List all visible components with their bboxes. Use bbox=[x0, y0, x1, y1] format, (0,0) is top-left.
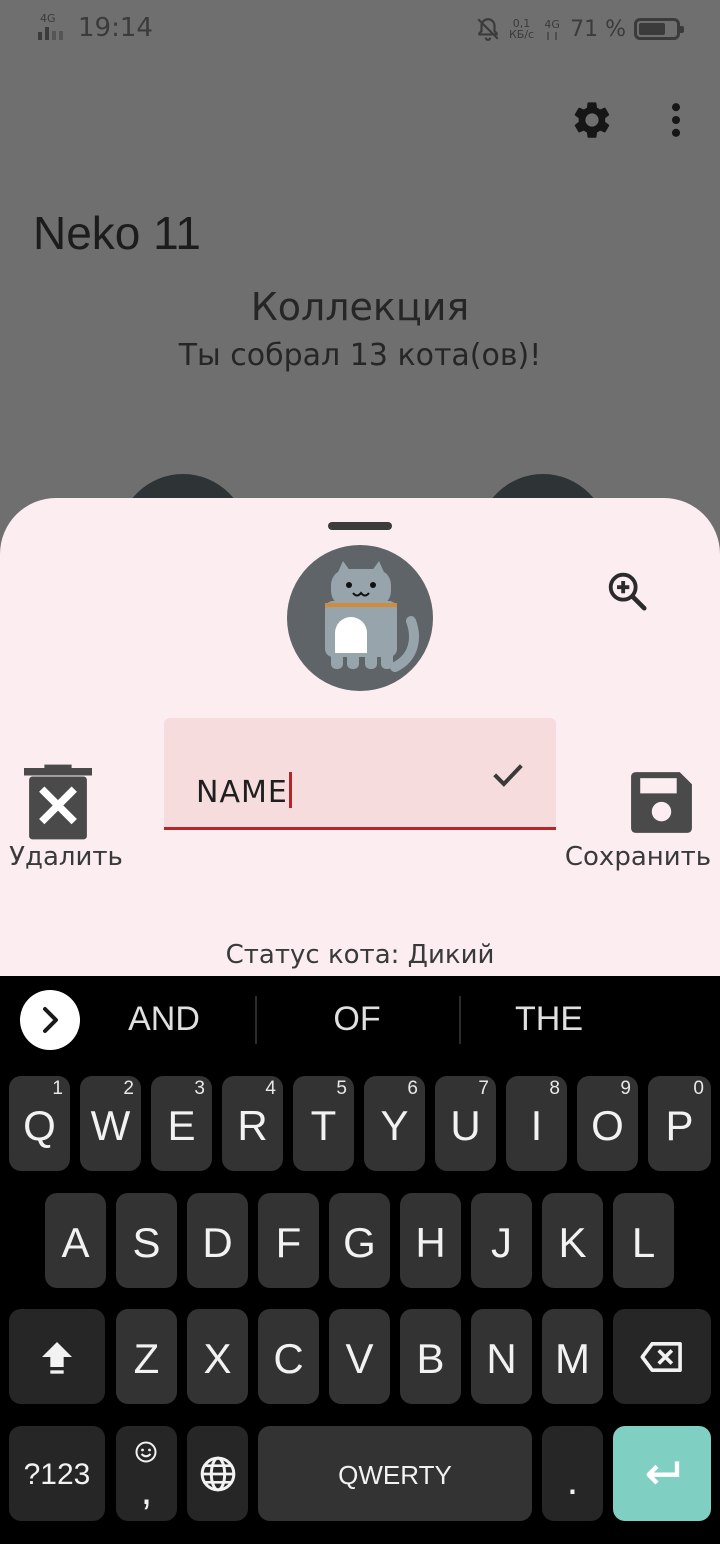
check-icon[interactable] bbox=[488, 754, 528, 794]
collection-subtitle: Ты собрал 13 кота(ов)! bbox=[178, 338, 542, 373]
enter-key[interactable] bbox=[613, 1426, 711, 1521]
gear-icon[interactable] bbox=[570, 98, 614, 142]
key-r[interactable]: 4R bbox=[222, 1076, 283, 1171]
network-type-left: 4G bbox=[40, 12, 56, 25]
trash-icon[interactable] bbox=[24, 764, 92, 840]
key-s[interactable]: S bbox=[116, 1193, 177, 1288]
key-o[interactable]: 9O bbox=[577, 1076, 638, 1171]
key-v[interactable]: V bbox=[329, 1309, 390, 1404]
key-a[interactable]: A bbox=[45, 1193, 106, 1288]
key-b[interactable]: B bbox=[400, 1309, 461, 1404]
period-key[interactable]: . bbox=[542, 1426, 603, 1521]
emoji-icon bbox=[135, 1441, 157, 1463]
net-speed: 0,1 КБ/с bbox=[508, 17, 535, 41]
battery-percent: 71 % bbox=[570, 16, 626, 42]
key-t[interactable]: 5T bbox=[293, 1076, 354, 1171]
space-key[interactable]: QWERTY bbox=[258, 1426, 532, 1521]
key-e[interactable]: 3E bbox=[151, 1076, 212, 1171]
key-m[interactable]: M bbox=[542, 1309, 603, 1404]
text-cursor bbox=[288, 772, 292, 808]
expand-suggestions-button[interactable] bbox=[20, 990, 80, 1050]
backspace-key[interactable] bbox=[613, 1309, 711, 1404]
key-n[interactable]: N bbox=[471, 1309, 532, 1404]
status-icons: 0,1 КБ/с 4G 71 % bbox=[475, 14, 684, 44]
suggestion-strip: AND OF THE bbox=[0, 976, 720, 1064]
enter-icon bbox=[646, 1461, 680, 1485]
key-l[interactable]: L bbox=[613, 1193, 674, 1288]
key-z[interactable]: Z bbox=[116, 1309, 177, 1404]
cat-status: Статус кота: Дикий bbox=[225, 940, 495, 970]
zoom-in-icon[interactable] bbox=[604, 568, 650, 614]
cat-avatar bbox=[287, 545, 433, 691]
key-y[interactable]: 6Y bbox=[364, 1076, 425, 1171]
battery-fill bbox=[639, 23, 665, 35]
key-g[interactable]: G bbox=[329, 1193, 390, 1288]
key-c[interactable]: C bbox=[258, 1309, 319, 1404]
key-q[interactable]: 1Q bbox=[9, 1076, 70, 1171]
globe-icon bbox=[200, 1456, 236, 1492]
cat-details-sheet: Удалить NAME Сохранить Статус кота: Дики… bbox=[0, 498, 720, 998]
cat-illustration bbox=[325, 561, 419, 672]
suggestion-divider bbox=[459, 996, 461, 1044]
soft-keyboard: AND OF THE 1Q 2W 3E 4R 5T 6Y 7U 8I 9O 0P… bbox=[0, 976, 720, 1544]
symbols-key[interactable]: ?123 bbox=[9, 1426, 105, 1521]
save-label: Сохранить bbox=[564, 842, 712, 872]
cat-name-field[interactable]: NAME bbox=[164, 718, 556, 830]
cat-name-input[interactable]: NAME bbox=[196, 772, 292, 810]
suggestion-divider bbox=[255, 996, 257, 1044]
chevron-right-icon bbox=[43, 1007, 58, 1033]
shift-icon bbox=[42, 1342, 72, 1374]
key-w[interactable]: 2W bbox=[80, 1076, 141, 1171]
key-k[interactable]: K bbox=[542, 1193, 603, 1288]
floppy-icon[interactable] bbox=[625, 766, 698, 839]
more-vert-icon[interactable] bbox=[654, 98, 698, 142]
key-p[interactable]: 0P bbox=[648, 1076, 711, 1171]
suggestion-item[interactable]: OF bbox=[297, 1000, 417, 1039]
key-x[interactable]: X bbox=[187, 1309, 248, 1404]
battery-icon bbox=[634, 18, 684, 40]
collection-title: Коллекция bbox=[250, 285, 470, 329]
app-title: Neko 11 bbox=[33, 207, 201, 259]
clock: 19:14 bbox=[78, 13, 153, 43]
mute-bell-icon bbox=[477, 18, 499, 41]
suggestion-item[interactable]: THE bbox=[489, 1000, 609, 1039]
delete-label: Удалить bbox=[9, 842, 123, 872]
key-u[interactable]: 7U bbox=[435, 1076, 496, 1171]
language-key[interactable] bbox=[187, 1426, 248, 1521]
key-d[interactable]: D bbox=[187, 1193, 248, 1288]
status-bar: 4G 19:14 0,1 КБ/с 4G 71 % bbox=[0, 0, 720, 58]
drag-handle[interactable] bbox=[328, 522, 392, 530]
key-j[interactable]: J bbox=[471, 1193, 532, 1288]
key-h[interactable]: H bbox=[400, 1193, 461, 1288]
signal-icon: 4G bbox=[38, 12, 68, 40]
key-i[interactable]: 8I bbox=[506, 1076, 567, 1171]
network-type-right: 4G bbox=[542, 19, 562, 40]
comma-key[interactable]: , bbox=[116, 1426, 177, 1521]
backspace-icon bbox=[640, 1342, 682, 1372]
suggestion-item[interactable]: AND bbox=[104, 1000, 224, 1039]
key-f[interactable]: F bbox=[258, 1193, 319, 1288]
shift-key[interactable] bbox=[9, 1309, 105, 1404]
